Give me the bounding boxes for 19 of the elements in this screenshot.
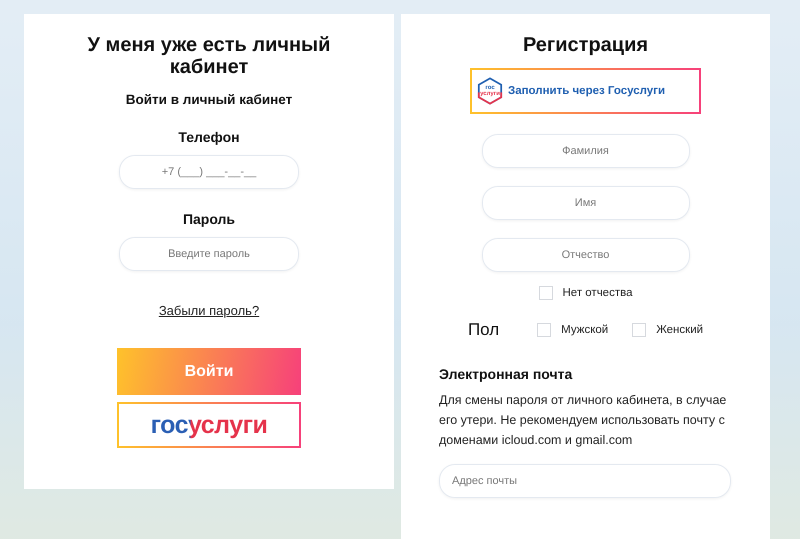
text-field[interactable]: Фамилия bbox=[482, 134, 690, 168]
email-heading: Электронная почта bbox=[439, 366, 574, 382]
email-field[interactable]: Адрес почты bbox=[439, 464, 731, 498]
gender-checkbox[interactable]: Мужской bbox=[537, 323, 608, 337]
forgot-password-link[interactable]: Забыли пароль? bbox=[158, 303, 260, 318]
password-field[interactable]: Введите пароль bbox=[119, 237, 299, 271]
no-patronymic-checkbox[interactable]: Нет отчества bbox=[538, 286, 632, 300]
text-field[interactable]: Имя bbox=[482, 186, 690, 220]
gosuslugi-login-button[interactable]: госуслуги bbox=[117, 402, 301, 448]
gender-label: Пол bbox=[468, 320, 500, 340]
login-subtitle: Войти в личный кабинет bbox=[126, 92, 292, 107]
gender-checkbox[interactable]: Женский bbox=[632, 323, 704, 337]
phone-field[interactable]: +7 (___) ___-__-__ bbox=[119, 155, 299, 189]
login-title: У меня уже есть личный кабинет bbox=[86, 34, 332, 78]
registration-title: Регистрация bbox=[522, 34, 650, 56]
text-field[interactable]: Отчество bbox=[482, 238, 690, 272]
phone-label: Телефон bbox=[178, 129, 240, 145]
password-label: Пароль bbox=[182, 211, 236, 227]
email-note: Для смены пароля от личного кабинета, в случае его утери. Не рекомендуем использовать почту с доменами icloud.com и gmail.com bbox=[439, 392, 728, 449]
